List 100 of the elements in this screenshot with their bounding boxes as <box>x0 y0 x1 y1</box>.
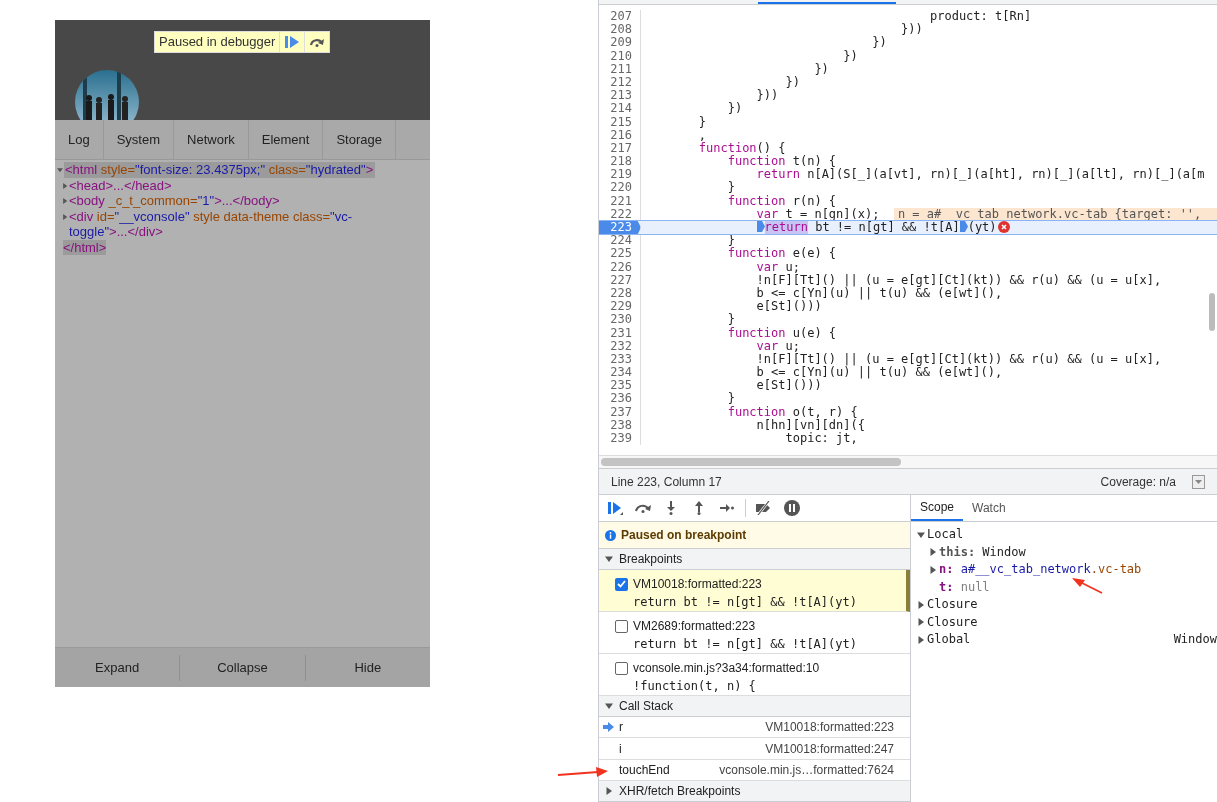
cursor-position: Line 223, Column 17 <box>611 473 722 491</box>
breakpoint-location: vconsole.min.js?3a34:formatted:10 <box>633 660 820 678</box>
frame-name: touchEnd <box>619 762 670 780</box>
element-closing-tag: </html> <box>63 239 107 255</box>
code-line: product: t[Rn] <box>929 10 1033 24</box>
collapse-triangle-icon[interactable] <box>605 701 613 710</box>
code-line: function() { <box>697 141 787 155</box>
scope-section[interactable]: Closure <box>927 613 978 631</box>
scope-section[interactable]: Local <box>927 526 964 544</box>
check-icon <box>617 580 626 589</box>
breakpoint-code: return bt != n[gt] && !t[A](yt) <box>632 594 858 612</box>
resume-icon <box>285 36 300 48</box>
breakpoint-code: !function(t, n) { <box>632 678 757 696</box>
scope-section[interactable]: Global <box>927 631 971 649</box>
expand-triangle-icon[interactable] <box>917 600 925 609</box>
code-line: e[St]())) <box>755 300 823 314</box>
frame-name: r <box>619 718 623 736</box>
breakpoint-checkbox[interactable] <box>615 577 628 591</box>
code-line: , <box>697 128 708 142</box>
code-line: }) <box>842 49 859 63</box>
vertical-scrollbar[interactable] <box>1209 293 1215 331</box>
info-icon <box>605 529 616 541</box>
error-icon <box>997 221 1010 233</box>
call-frame[interactable]: i VM10018:formatted:247 <box>599 738 910 760</box>
annotation-arrow <box>1072 578 1103 594</box>
step-over-icon <box>634 503 652 513</box>
step-over-icon <box>309 37 326 47</box>
breakpoint-location: VM10018:formatted:223 <box>633 576 762 594</box>
frame-location: VM10018:formatted:223 <box>765 718 894 736</box>
breakpoint-code: return bt != n[gt] && !t[A](yt) <box>632 636 858 654</box>
annotation-arrow <box>557 767 608 777</box>
section-header[interactable]: Breakpoints <box>619 550 683 569</box>
step-out-icon <box>695 501 703 515</box>
code-line: !n[F][Tt]() || (u = e[gt][Ct](kt)) && r(u) && (u = u[x], <box>755 273 1163 287</box>
collapse-triangle-icon[interactable] <box>605 555 613 564</box>
code-line: function r(n) { <box>726 194 838 208</box>
code-line: n[hn][vn][dn]({ <box>755 418 866 432</box>
code-line: } <box>726 313 736 327</box>
console-tab[interactable]: Storage <box>323 120 396 159</box>
element-node[interactable]: <html style="font-size: 23.4375px;" class="hydrated"> <box>64 162 376 178</box>
code-line: })) <box>755 89 780 103</box>
code-line: function e(e) { <box>726 247 838 261</box>
expand-triangle-icon[interactable] <box>917 635 925 644</box>
code-line: } <box>726 392 736 406</box>
element-node[interactable]: <div id="__vconsole" style data-theme class="vc-toggle">...</div> <box>69 208 389 240</box>
breakpoint-location: VM2689:formatted:223 <box>633 618 756 636</box>
code-line: return bt != n[gt] && !t[A] (yt) <box>641 221 1217 235</box>
code-line: b <= c[Yn](u) || t(u) && (e[wt](), <box>755 366 1004 380</box>
breakpoint-checkbox[interactable] <box>615 661 628 675</box>
scope-value: Window <box>1173 631 1217 648</box>
debugger-banner-text: Paused in debugger <box>158 33 277 51</box>
deactivate-breakpoints-icon <box>755 501 773 515</box>
step-icon <box>720 504 734 512</box>
code-line: return n[A](S[_](a[vt], rn)[_](a[ht], rn)[_](a[lt], rn)[_](a[m <box>755 168 1206 182</box>
line-number[interactable]: 223 <box>599 221 641 235</box>
coverage-text: Coverage: n/a <box>1100 473 1176 491</box>
collapse-triangle-icon[interactable] <box>917 530 925 539</box>
code-line: e[St]())) <box>755 379 823 393</box>
code-line: }) <box>784 75 801 90</box>
console-tab[interactable]: Element <box>248 120 324 159</box>
scope-section[interactable]: Closure <box>927 596 978 614</box>
horizontal-scrollbar[interactable] <box>601 458 901 466</box>
frame-name: i <box>619 740 622 758</box>
code-line: function o(t, r) { <box>726 405 859 419</box>
element-node[interactable]: <body _c_t_common="1">...</body> <box>69 193 389 209</box>
call-frame[interactable]: r VM10018:formatted:223 <box>599 716 910 739</box>
code-line: var u; <box>755 260 801 274</box>
expand-triangle-icon[interactable] <box>62 198 68 204</box>
code-line: } <box>697 115 708 129</box>
section-header[interactable]: Call Stack <box>619 696 674 715</box>
code-line: })) <box>900 23 924 37</box>
code-line: }) <box>726 102 744 116</box>
pause-reason: Paused on breakpoint <box>621 527 747 545</box>
breakpoint-item[interactable]: VM10018:formatted:223 return bt != n[gt] && !t[A](yt) <box>599 570 910 613</box>
console-tab[interactable]: Network <box>174 120 249 159</box>
expand-triangle-icon[interactable] <box>605 787 613 796</box>
footer-button[interactable]: Collapse <box>179 654 305 681</box>
current-frame-arrow-icon <box>603 721 614 732</box>
scope-variable[interactable]: n: a#__vc_tab_network.vc-tab <box>939 561 1142 579</box>
collapse-triangle-icon[interactable] <box>57 167 63 173</box>
code-line: }) <box>871 36 888 50</box>
code-line: var u; <box>755 339 801 353</box>
code-line: function t(n) { <box>726 155 837 169</box>
code-line: b <= c[Yn](u) || t(u) && (e[wt](), <box>755 286 1004 300</box>
scope-variable[interactable]: t: null <box>939 578 990 596</box>
inline-breakpoint-icon[interactable] <box>959 221 968 232</box>
footer-button[interactable]: Hide <box>304 654 430 681</box>
expand-triangle-icon[interactable] <box>62 182 68 189</box>
console-tab[interactable]: System <box>103 120 175 159</box>
breakpoint-checkbox[interactable] <box>615 619 628 633</box>
code-line: function u(e) { <box>726 326 838 340</box>
scope-variable[interactable]: this: Window <box>939 543 1026 561</box>
expand-triangle-icon[interactable] <box>917 618 925 627</box>
panel-icon[interactable] <box>1192 474 1205 489</box>
footer-button[interactable]: Expand <box>55 654 180 681</box>
expand-triangle-icon[interactable] <box>62 213 68 220</box>
element-node[interactable]: <head>...</head> <box>69 177 389 193</box>
console-tab[interactable]: Log <box>55 120 104 159</box>
scope-tab[interactable]: Watch <box>963 495 1015 521</box>
scope-tab[interactable]: Scope <box>911 495 964 521</box>
